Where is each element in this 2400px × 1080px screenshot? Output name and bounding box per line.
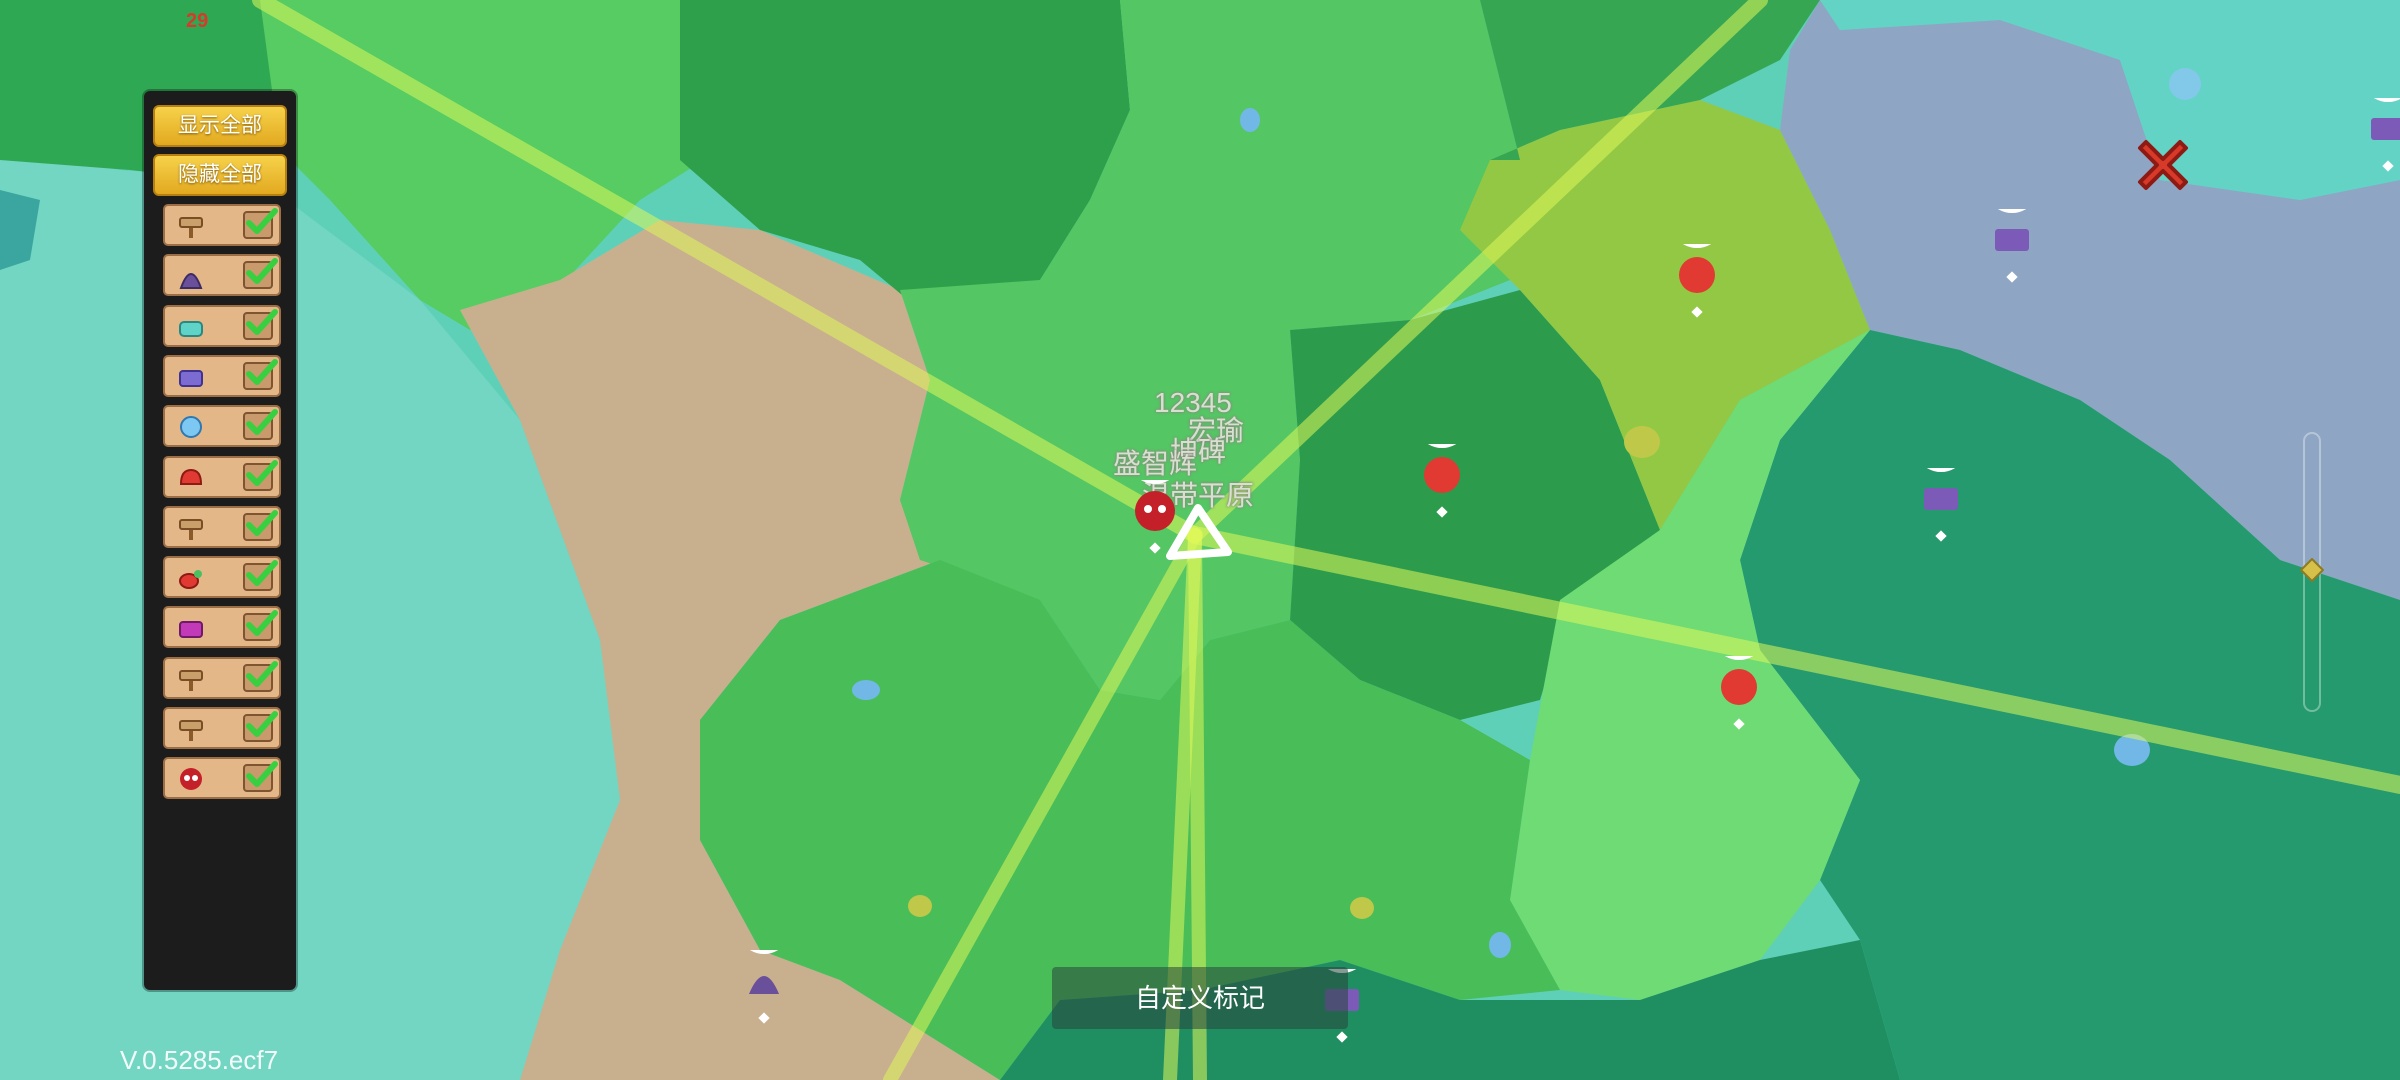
filter-checkbox[interactable]: [243, 711, 278, 742]
filter-checkbox[interactable]: [243, 761, 278, 793]
show-all-button[interactable]: 显示全部: [153, 105, 287, 147]
filter-row[interactable]: [163, 405, 281, 448]
map-pin-red-monster[interactable]: [1666, 194, 1728, 336]
purple-chest-icon: [177, 614, 205, 642]
teleporter-icon: [177, 313, 205, 341]
hooded-figure-icon: [177, 262, 205, 290]
filter-row[interactable]: [163, 556, 281, 599]
filter-checkbox[interactable]: [243, 358, 278, 390]
hide-all-button[interactable]: 隐藏全部: [153, 154, 287, 196]
map-pin-chest[interactable]: [1981, 159, 2043, 301]
filter-row[interactable]: [163, 304, 281, 347]
filter-checkbox[interactable]: [243, 409, 278, 441]
filter-checkbox[interactable]: [243, 208, 278, 239]
map-pin-chest[interactable]: [2357, 48, 2400, 190]
filter-checkbox[interactable]: [243, 610, 278, 642]
marker-count: 29: [186, 10, 209, 32]
map-pin-chest[interactable]: [1910, 418, 1972, 560]
crystal-orb-icon: [177, 413, 205, 441]
filter-row[interactable]: [163, 204, 281, 246]
map-pin-red-monster[interactable]: [1411, 394, 1473, 536]
filter-row[interactable]: [163, 757, 281, 800]
version-label: V.0.5285.ecf7: [120, 1045, 279, 1075]
treasure-chest-icon: [177, 363, 205, 391]
filter-row[interactable]: [163, 505, 281, 548]
filter-checkbox[interactable]: [243, 308, 278, 340]
red-monster-icon: [177, 464, 205, 492]
signpost-icon: [177, 514, 205, 542]
filter-checkbox[interactable]: [243, 560, 278, 592]
filter-checkbox[interactable]: [243, 258, 278, 290]
world-map[interactable]: [0, 0, 2400, 1080]
legend-panel: 显示全部 隐藏全部: [144, 91, 296, 990]
filter-row[interactable]: [163, 354, 281, 397]
filter-row[interactable]: [163, 606, 281, 649]
red-skull-icon: [177, 765, 205, 793]
signpost-icon: [177, 715, 205, 743]
map-pin-hooded-figure[interactable]: [733, 900, 795, 1042]
close-icon[interactable]: [2128, 130, 2198, 200]
map-pin-red-monster[interactable]: [1708, 606, 1770, 748]
filter-checkbox[interactable]: [243, 660, 278, 692]
signpost-icon: [177, 212, 205, 240]
zoom-slider-thumb[interactable]: [2299, 557, 2325, 583]
filter-checkbox[interactable]: [243, 459, 278, 491]
map-pin-red-skull[interactable]: [1124, 430, 1186, 572]
filter-row[interactable]: [163, 254, 281, 297]
filter-row[interactable]: [163, 455, 281, 498]
signpost-icon: [177, 665, 205, 693]
custom-mark-button[interactable]: 自定义标记: [1052, 967, 1348, 1029]
red-beast-icon: [177, 564, 205, 592]
filter-checkbox[interactable]: [243, 509, 278, 541]
filter-row[interactable]: [163, 656, 281, 699]
filter-row[interactable]: [163, 707, 281, 749]
